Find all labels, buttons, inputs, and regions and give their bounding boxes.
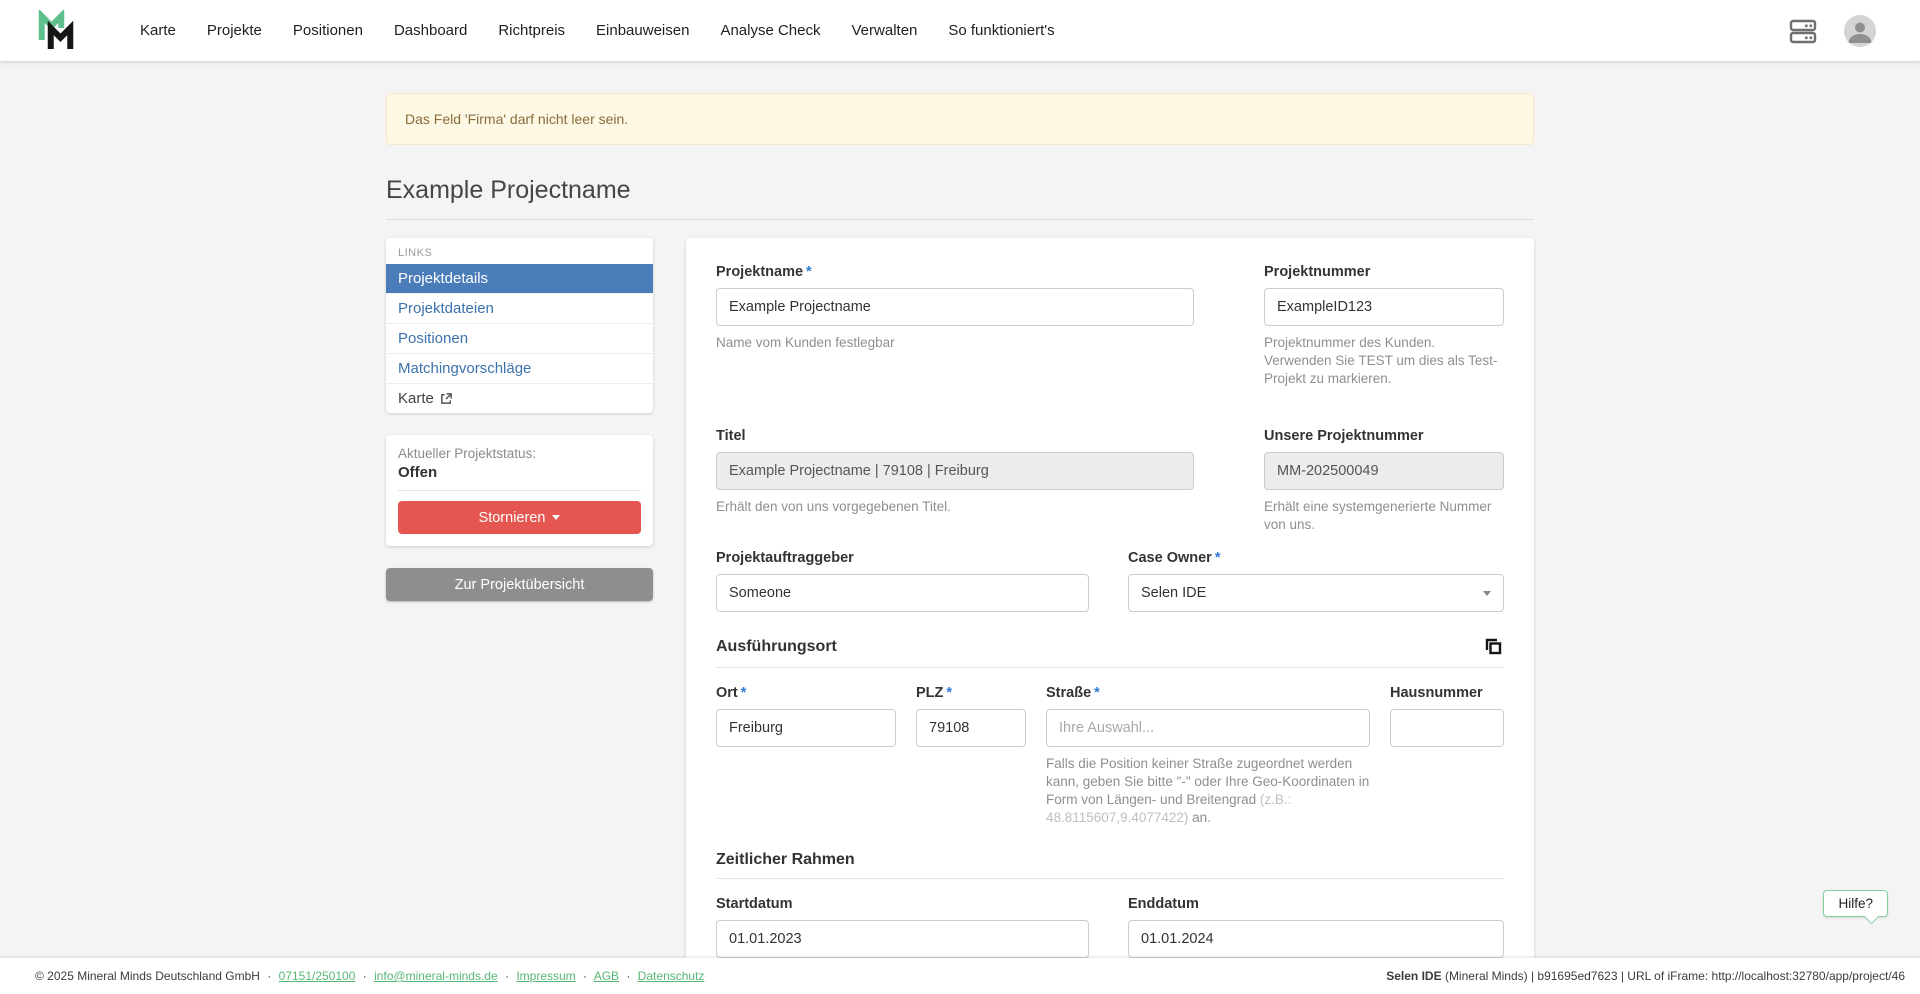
ort-input[interactable] xyxy=(716,709,896,747)
sidebar-item-karte[interactable]: Karte xyxy=(386,383,653,413)
titel-help: Erhält den von uns vorgegebenen Titel. xyxy=(716,498,1194,516)
titel-input xyxy=(716,452,1194,490)
startdatum-input[interactable] xyxy=(716,920,1089,958)
enddatum-input[interactable] xyxy=(1128,920,1504,958)
sidebar-item-positionen[interactable]: Positionen xyxy=(386,323,653,353)
copy-icon[interactable] xyxy=(1482,636,1504,658)
ort-label: Ort* xyxy=(716,685,896,701)
status-divider xyxy=(398,490,641,491)
nav-item-dashboard[interactable]: Dashboard xyxy=(394,22,467,39)
help-button[interactable]: Hilfe? xyxy=(1823,890,1888,917)
user-avatar-icon[interactable] xyxy=(1844,15,1876,47)
enddatum-label: Enddatum xyxy=(1128,896,1504,912)
strasse-help: Falls die Position keiner Straße zugeord… xyxy=(1046,755,1370,827)
server-stack-icon[interactable] xyxy=(1788,16,1818,46)
nav-item-karte[interactable]: Karte xyxy=(140,22,176,39)
projektname-label: Projektname* xyxy=(716,264,1194,280)
unsere-projektnummer-label: Unsere Projektnummer xyxy=(1264,428,1504,444)
titel-label: Titel xyxy=(716,428,1194,444)
plz-input[interactable] xyxy=(916,709,1026,747)
nav-item-einbauweisen[interactable]: Einbauweisen xyxy=(596,22,689,39)
case-owner-label: Case Owner* xyxy=(1128,550,1504,566)
status-value: Offen xyxy=(398,464,641,481)
nav-item-so-funktionierts[interactable]: So funktioniert's xyxy=(948,22,1054,39)
required-mark: * xyxy=(741,685,747,701)
startdatum-label: Startdatum xyxy=(716,896,1089,912)
project-details-form: Projektname* Name vom Kunden festlegbar … xyxy=(686,238,1534,958)
zeitlicher-rahmen-section-title: Zeitlicher Rahmen xyxy=(716,851,855,869)
nav-item-verwalten[interactable]: Verwalten xyxy=(852,22,918,39)
mineral-minds-logo-icon[interactable] xyxy=(38,10,74,52)
strasse-input[interactable] xyxy=(1046,709,1370,747)
footer-link-impressum[interactable]: Impressum xyxy=(516,969,575,983)
projektnummer-help: Projektnummer des Kunden. Verwenden Sie … xyxy=(1264,334,1504,388)
projektname-input[interactable] xyxy=(716,288,1194,326)
stornieren-button[interactable]: Stornieren xyxy=(398,501,641,534)
zur-projektuebersicht-button[interactable]: Zur Projektübersicht xyxy=(386,568,653,601)
validation-alert: Das Feld 'Firma' darf nicht leer sein. xyxy=(386,93,1534,145)
links-header: LINKS xyxy=(386,238,653,264)
page-content: Das Feld 'Firma' darf nicht leer sein. E… xyxy=(0,61,1920,958)
sidebar-item-matchingvorschlaege[interactable]: Matchingvorschläge xyxy=(386,353,653,383)
links-card: LINKS Projektdetails Projektdateien Posi… xyxy=(386,238,653,413)
stornieren-label: Stornieren xyxy=(479,510,546,526)
nav-item-analyse-check[interactable]: Analyse Check xyxy=(720,22,820,39)
nav-item-richtpreis[interactable]: Richtpreis xyxy=(498,22,565,39)
main-nav: Karte Projekte Positionen Dashboard Rich… xyxy=(140,22,1055,39)
footer-link-phone[interactable]: 07151/250100 xyxy=(279,969,356,983)
projektauftraggeber-label: Projektauftraggeber xyxy=(716,550,1089,566)
title-divider xyxy=(386,219,1534,220)
ausfuehrungsort-section-title: Ausführungsort xyxy=(716,638,837,656)
nav-item-positionen[interactable]: Positionen xyxy=(293,22,363,39)
plz-label: PLZ* xyxy=(916,685,1026,701)
sidebar-item-label: Positionen xyxy=(398,330,468,347)
sidebar-item-label: Matchingvorschläge xyxy=(398,360,531,377)
required-mark: * xyxy=(946,685,952,701)
sidebar: LINKS Projektdetails Projektdateien Posi… xyxy=(386,238,653,601)
nav-item-projekte[interactable]: Projekte xyxy=(207,22,262,39)
sidebar-item-label: Projektdateien xyxy=(398,300,494,317)
sidebar-item-label: Projektdetails xyxy=(398,270,488,287)
footer-left: © 2025 Mineral Minds Deutschland GmbH · … xyxy=(35,969,704,983)
projektauftraggeber-input[interactable] xyxy=(716,574,1089,612)
footer-copyright: © 2025 Mineral Minds Deutschland GmbH xyxy=(35,969,260,983)
select-caret-icon xyxy=(1483,591,1491,596)
hausnummer-label: Hausnummer xyxy=(1390,685,1504,701)
projektnummer-input[interactable] xyxy=(1264,288,1504,326)
section-divider xyxy=(716,878,1504,879)
footer-link-email[interactable]: info@mineral-minds.de xyxy=(374,969,498,983)
case-owner-select[interactable]: Selen IDE xyxy=(1128,574,1504,612)
hausnummer-input[interactable] xyxy=(1390,709,1504,747)
sidebar-item-label: Karte xyxy=(398,390,434,407)
unsere-projektnummer-input xyxy=(1264,452,1504,490)
required-mark: * xyxy=(806,264,812,280)
projektname-help: Name vom Kunden festlegbar xyxy=(716,334,1194,352)
strasse-label: Straße* xyxy=(1046,685,1370,701)
top-navbar: Karte Projekte Positionen Dashboard Rich… xyxy=(0,0,1920,61)
alert-message: Das Feld 'Firma' darf nicht leer sein. xyxy=(405,111,628,127)
required-mark: * xyxy=(1094,685,1100,701)
sidebar-item-projektdateien[interactable]: Projektdateien xyxy=(386,293,653,323)
sidebar-item-projektdetails[interactable]: Projektdetails xyxy=(386,264,653,293)
section-divider xyxy=(716,667,1504,668)
caret-down-icon xyxy=(552,515,560,520)
unsere-projektnummer-help: Erhält eine systemgenerierte Nummer von … xyxy=(1264,498,1504,534)
page-title: Example Projectname xyxy=(386,175,1534,205)
case-owner-value: Selen IDE xyxy=(1141,585,1206,601)
status-card: Aktueller Projektstatus: Offen Storniere… xyxy=(386,435,653,546)
external-link-icon xyxy=(440,392,453,405)
footer-link-agb[interactable]: AGB xyxy=(594,969,619,983)
status-label: Aktueller Projektstatus: xyxy=(398,446,641,461)
projektnummer-label: Projektnummer xyxy=(1264,264,1504,280)
required-mark: * xyxy=(1215,550,1221,566)
footer-link-datenschutz[interactable]: Datenschutz xyxy=(638,969,705,983)
footer: © 2025 Mineral Minds Deutschland GmbH · … xyxy=(0,958,1920,994)
footer-session-info: Selen IDE (Mineral Minds) | b91695ed7623… xyxy=(1386,969,1905,983)
